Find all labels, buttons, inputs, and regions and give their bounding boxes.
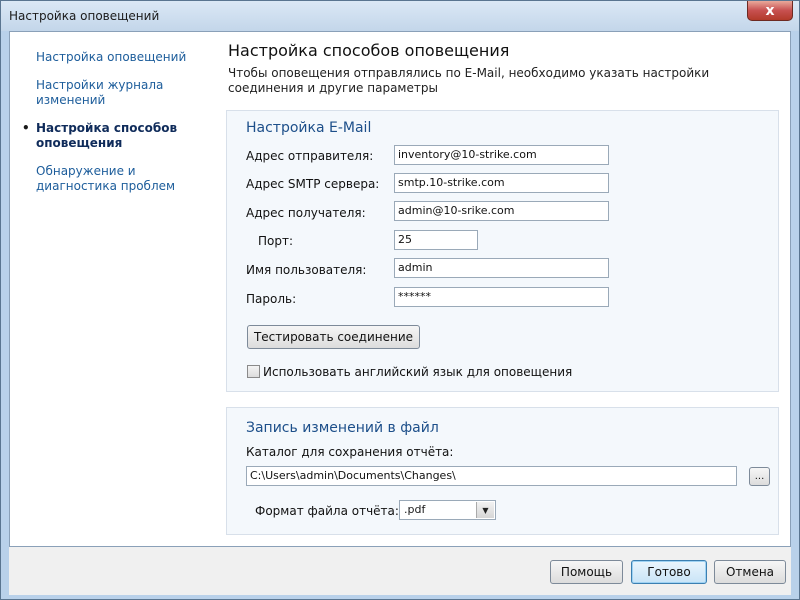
folder-label: Каталог для сохранения отчёта:: [246, 445, 454, 459]
smtp-server-field[interactable]: smtp.10-strike.com: [394, 173, 609, 193]
port-label: Порт:: [258, 234, 294, 248]
file-log-group-title: Запись изменений в файл: [246, 420, 439, 436]
test-connection-button[interactable]: Тестировать соединение: [247, 325, 420, 349]
password-label: Пароль:: [246, 292, 297, 306]
page-title: Настройка способов оповещения: [228, 41, 510, 60]
port-field[interactable]: 25: [394, 230, 478, 250]
dialog-footer: Помощь Готово Отмена: [9, 547, 791, 595]
sidebar-item-alerts[interactable]: Настройка оповещений: [20, 50, 210, 65]
dialog-window: Настройка оповещений x Настройка оповеще…: [0, 0, 800, 600]
close-button[interactable]: x: [747, 1, 793, 21]
sidebar-item-changelog[interactable]: Настройки журнала изменений: [20, 78, 210, 108]
smtp-label: Адрес SMTP сервера:: [246, 177, 380, 191]
cancel-button[interactable]: Отмена: [714, 560, 786, 584]
username-label: Имя пользователя:: [246, 263, 367, 277]
help-button[interactable]: Помощь: [550, 560, 623, 584]
window-title: Настройка оповещений: [9, 9, 160, 23]
format-selected-value: .pdf: [404, 503, 426, 516]
sidebar-item-label: Обнаружение и диагностика проблем: [36, 164, 176, 193]
chevron-down-icon[interactable]: ▼: [476, 502, 494, 518]
page-description: Чтобы оповещения отправлялись по E-Mail,…: [228, 66, 710, 95]
sidebar-item-label: Настройка оповещений: [36, 50, 187, 64]
title-bar[interactable]: Настройка оповещений x: [1, 1, 799, 31]
done-button[interactable]: Готово: [631, 560, 707, 584]
sidebar-item-methods[interactable]: • Настройка способов оповещения: [20, 121, 210, 151]
english-language-checkbox[interactable]: [247, 365, 260, 378]
sidebar-item-label: Настройки журнала изменений: [36, 78, 164, 107]
english-language-label: Использовать английский язык для оповеще…: [263, 365, 573, 379]
close-icon: x: [765, 2, 775, 19]
active-bullet-icon: •: [22, 121, 30, 135]
format-label: Формат файла отчёта:: [255, 504, 399, 518]
recipient-email-field[interactable]: admin@10-srike.com: [394, 201, 609, 221]
recipient-label: Адрес получателя:: [246, 206, 366, 220]
sidebar-nav: Настройка оповещений Настройки журнала и…: [20, 50, 210, 207]
password-field[interactable]: ******: [394, 287, 609, 307]
sidebar-item-label: Настройка способов оповещения: [36, 121, 178, 150]
file-log-group: Запись изменений в файл Каталог для сохр…: [226, 407, 779, 535]
content-panel: Настройка оповещений Настройки журнала и…: [9, 31, 791, 547]
email-settings-group: Настройка E-Mail Адрес отправителя: inve…: [226, 110, 779, 392]
email-group-title: Настройка E-Mail: [246, 120, 372, 136]
sender-label: Адрес отправителя:: [246, 149, 374, 163]
browse-button[interactable]: ...: [749, 467, 770, 486]
format-select[interactable]: .pdf ▼: [399, 500, 496, 520]
folder-path-field[interactable]: C:\Users\admin\Documents\Changes\: [246, 466, 737, 486]
sidebar-item-diagnostics[interactable]: Обнаружение и диагностика проблем: [20, 164, 210, 194]
username-field[interactable]: admin: [394, 258, 609, 278]
sender-email-field[interactable]: inventory@10-strike.com: [394, 145, 609, 165]
